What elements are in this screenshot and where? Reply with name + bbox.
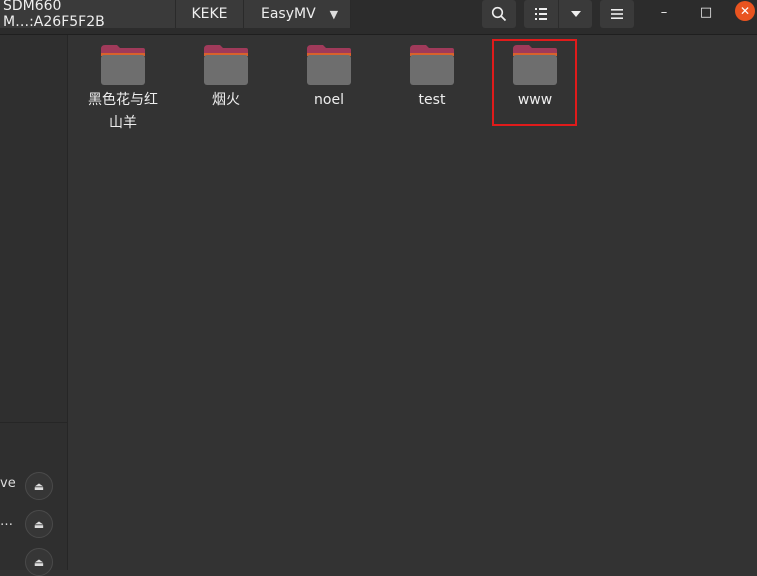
folder-label: noel [314,92,344,108]
breadcrumb-keke[interactable]: KEKE [176,0,244,28]
folder-icon [410,45,454,85]
folder-icon [204,45,248,85]
file-grid: 黑色花与红山羊 烟火 noel test www [68,35,757,570]
folder-item[interactable]: 黑色花与红山羊 [75,43,171,135]
breadcrumb-easymv-label: EasyMV [261,6,316,22]
sidebar-item-device-2[interactable]: … [0,514,13,529]
breadcrumb-easymv[interactable]: EasyMV ▼ [244,0,351,28]
list-view-button[interactable] [524,0,558,28]
folder-label: 烟火 [212,92,240,108]
sidebar-divider [0,422,67,423]
eject-icon: ⏏ [33,555,45,569]
eject-button[interactable]: ⏏ [25,472,53,500]
folder-item[interactable]: noel [281,43,377,112]
main-menu-button[interactable] [600,0,634,28]
folder-icon [101,45,145,85]
eject-icon: ⏏ [33,479,45,493]
folder-label: test [418,92,446,108]
sidebar: ꞏ ve ⏏ … ⏏ ⏏ [0,35,68,576]
search-icon [491,6,507,22]
eject-button[interactable]: ⏏ [25,548,53,576]
eject-icon: ⏏ [33,517,45,531]
hamburger-menu-icon [611,9,623,19]
chevron-down-icon[interactable]: ▼ [330,8,338,21]
folder-item[interactable]: 烟火 [178,43,274,112]
folder-icon [307,45,351,85]
chevron-down-icon [570,11,581,17]
eject-button[interactable]: ⏏ [25,510,53,538]
search-button[interactable] [482,0,516,28]
sidebar-item-device-1[interactable]: ve [0,476,16,491]
minimize-button[interactable]: – [652,0,676,24]
view-options-button[interactable] [559,0,592,28]
path-bar: SDM660 M…:A26F5F2B KEKE EasyMV ▼ [0,0,351,30]
header-bar: SDM660 M…:A26F5F2B KEKE EasyMV ▼ – □ ✕ [0,0,757,35]
list-view-icon [535,8,547,20]
folder-item[interactable]: test [384,43,480,112]
maximize-button[interactable]: □ [694,0,718,24]
breadcrumb-device[interactable]: SDM660 M…:A26F5F2B [0,0,176,30]
folder-label: 黑色花与红山羊 [88,92,158,131]
highlight-box [492,39,577,126]
close-button[interactable]: ✕ [735,1,755,21]
